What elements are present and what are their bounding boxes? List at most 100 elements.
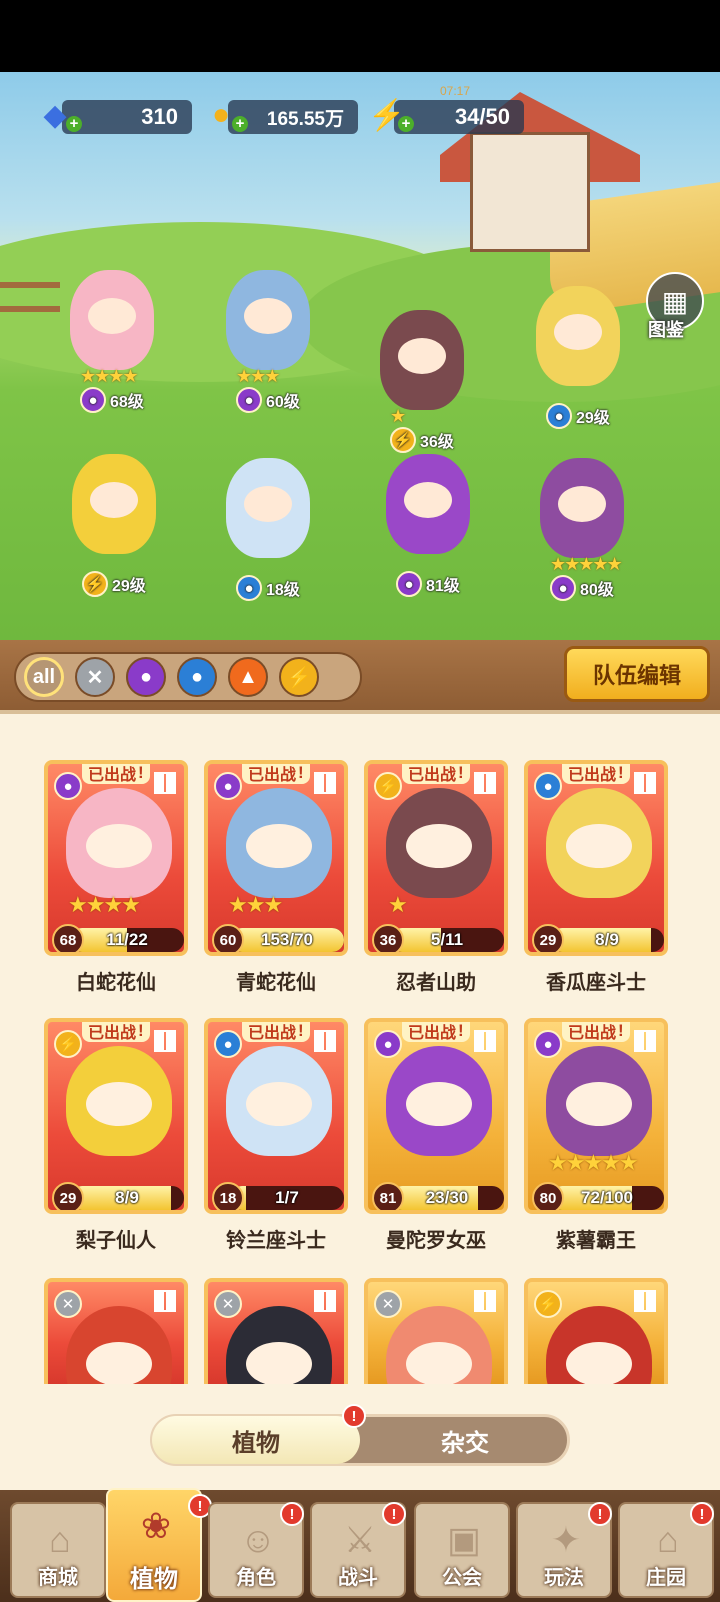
plant-card[interactable]: ● 已出战! ★★★★★ 80 72/100: [524, 1018, 668, 1214]
unit-face: [90, 482, 138, 518]
card-stars: ★★★★: [68, 892, 141, 917]
filter-thunder[interactable]: ⚡: [279, 657, 319, 697]
filter-poison[interactable]: ●: [126, 657, 166, 697]
plant-card[interactable]: ⚡ 已出战! 29 8/9: [44, 1018, 188, 1214]
team-unit[interactable]: [366, 444, 486, 584]
sword-icon: ✕: [54, 1290, 82, 1318]
unit-level: ● 60级: [236, 387, 300, 413]
water-icon: ●: [214, 1030, 242, 1058]
card-level: 60: [212, 924, 244, 952]
team-unit[interactable]: [360, 300, 480, 440]
card-level: 29: [52, 1182, 84, 1210]
plant-card[interactable]: ● 已出战! 18 1/7: [204, 1018, 348, 1214]
coins-counter[interactable]: 165.55万: [228, 100, 358, 134]
unit-level-text: 68级: [110, 394, 144, 411]
formation-icon: [474, 1290, 496, 1312]
gameplay-icon: ✦: [550, 1519, 582, 1560]
plant-portrait-face: [406, 1082, 472, 1126]
unit-face: [88, 298, 136, 334]
formation-icon: [634, 1290, 656, 1312]
filter-sword[interactable]: ✕: [75, 657, 115, 697]
nav-badge: !: [280, 1502, 304, 1526]
water-icon: ●: [236, 575, 262, 601]
thunder-icon: ⚡: [54, 1030, 82, 1058]
plant-card[interactable]: ● 已出战! 81 23/30: [364, 1018, 508, 1214]
thunder-icon: ⚡: [82, 571, 108, 597]
gems-counter[interactable]: 310: [62, 100, 192, 134]
unit-face: [244, 298, 292, 334]
formation-icon: [474, 1030, 496, 1052]
plant-card[interactable]: ✕: [364, 1278, 508, 1384]
unit-face: [404, 482, 452, 518]
filter-fire[interactable]: ▲: [228, 657, 268, 697]
energy-counter[interactable]: 34/50: [394, 100, 524, 134]
plant-card[interactable]: ● 已出战! 29 8/9: [524, 760, 668, 956]
plant-card[interactable]: ⚡ 已出战! ★ 36 5/11: [364, 760, 508, 956]
plant-name: 青蛇花仙: [236, 972, 316, 994]
unit-face: [244, 486, 292, 522]
plant-name: 紫薯霸王: [556, 1230, 636, 1252]
plant-name: 曼陀罗女巫: [386, 1230, 486, 1252]
battle-icon: ⚔: [343, 1519, 377, 1560]
plant-icon: ❀: [140, 1505, 172, 1546]
alert-icon: !: [138, 763, 144, 782]
tab-hybrid[interactable]: 杂交: [362, 1416, 568, 1464]
energy-value: 34/50: [454, 104, 510, 129]
thunder-icon: ⚡: [374, 772, 402, 800]
plant-portrait-face: [246, 1082, 312, 1126]
poison-icon: ●: [80, 387, 106, 413]
unit-stars: ★★★: [236, 366, 280, 386]
plant-name: 梨子仙人: [76, 1230, 156, 1252]
card-stars: ★★★★★: [548, 1150, 639, 1175]
tab-plants[interactable]: 植物: [152, 1416, 360, 1464]
water-icon: ●: [534, 772, 562, 800]
nav-badge: !: [382, 1502, 406, 1526]
add-gems-icon[interactable]: +: [66, 116, 82, 132]
plants-tab-badge: !: [342, 1404, 366, 1428]
card-level: 18: [212, 1182, 244, 1210]
plant-name: 忍者山助: [396, 972, 476, 994]
nav-guild[interactable]: ▣ 公会: [414, 1502, 510, 1598]
book-icon: ▦: [661, 285, 689, 317]
plant-card[interactable]: ⚡: [524, 1278, 668, 1384]
formation-icon: [474, 772, 496, 794]
sword-icon: ✕: [86, 666, 104, 689]
coins-value: 165.55万: [266, 108, 344, 130]
shop-icon: ⌂: [49, 1519, 71, 1560]
plant-card[interactable]: ✕: [204, 1278, 348, 1384]
shard-count: 23/30: [425, 1188, 469, 1207]
thunder-icon: ⚡: [534, 1290, 562, 1318]
card-level: 29: [532, 924, 564, 952]
unit-face: [398, 338, 446, 374]
formation-icon: [314, 1290, 336, 1312]
deployed-badge: 已出战!: [562, 1022, 630, 1042]
add-energy-icon[interactable]: +: [398, 116, 414, 132]
shard-count: 8/9: [115, 1188, 139, 1207]
poison-icon: ●: [139, 665, 153, 688]
deployed-label: 已出战: [408, 767, 457, 784]
filter-water[interactable]: ●: [177, 657, 217, 697]
nav-label: 玩法: [544, 1567, 584, 1589]
team-unit[interactable]: [516, 276, 636, 416]
alert-icon: !: [618, 763, 624, 782]
team-edit-button[interactable]: 队伍编辑: [564, 646, 710, 702]
plant-portrait-face: [566, 1082, 632, 1126]
add-coins-icon[interactable]: +: [232, 116, 248, 132]
plant-name: 白蛇花仙: [76, 972, 156, 994]
unit-level: ● 81级: [396, 571, 460, 597]
plant-card[interactable]: ● 已出战! ★★★★ 68 11/22: [44, 760, 188, 956]
unit-level: ● 68级: [80, 387, 144, 413]
deployed-badge: 已出战!: [242, 1022, 310, 1042]
plant-card[interactable]: ● 已出战! ★★★ 60 153/70: [204, 760, 348, 956]
team-unit[interactable]: [206, 448, 326, 588]
filter-all[interactable]: all: [24, 657, 64, 697]
plant-portrait-face: [566, 1342, 632, 1384]
poison-icon: ●: [550, 575, 576, 601]
deployed-label: 已出战: [88, 1025, 137, 1042]
card-level: 68: [52, 924, 84, 952]
team-unit[interactable]: [52, 444, 172, 584]
nav-shop[interactable]: ⌂ 商城: [10, 1502, 106, 1598]
all-label: all: [32, 665, 56, 688]
plant-card[interactable]: ✕: [44, 1278, 188, 1384]
water-icon: ●: [546, 403, 572, 429]
